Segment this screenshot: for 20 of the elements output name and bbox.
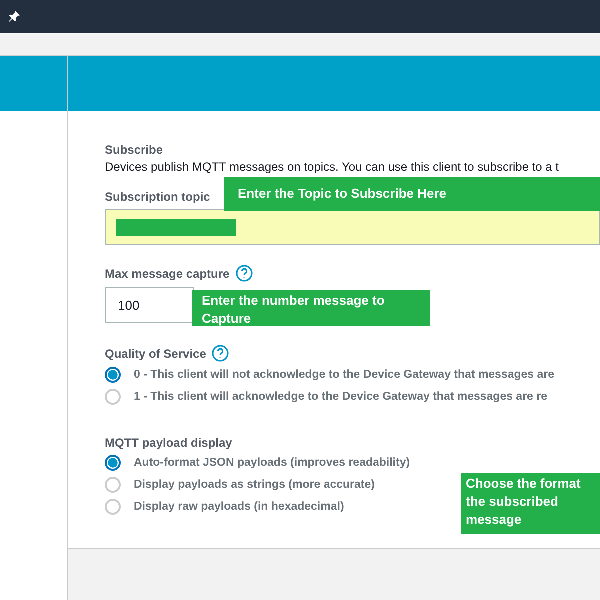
callout-note: Choose the format the subscribed message bbox=[461, 473, 600, 534]
radio-label: Auto-format JSON payloads (improves readability) bbox=[134, 457, 410, 469]
radio-button[interactable] bbox=[105, 367, 121, 383]
radio-label: Display raw payloads (in hexadecimal) bbox=[134, 501, 344, 513]
help-icon[interactable] bbox=[236, 265, 253, 282]
pin-icon[interactable] bbox=[8, 10, 21, 23]
help-icon[interactable] bbox=[212, 345, 230, 362]
radio-label: 1 - This client will acknowledge to the Device Gateway that messages are re bbox=[134, 391, 548, 403]
input-field[interactable] bbox=[105, 209, 600, 245]
section-description: Devices publish MQTT messages on topics. You can use this client to subscribe to a t bbox=[105, 160, 560, 174]
radio-label: 0 - This client will not acknowledge to the Device Gateway that messages are bbox=[134, 369, 555, 381]
field-label: Max message capture bbox=[105, 266, 230, 280]
callout-note: Enter the number message to Capture bbox=[192, 290, 430, 326]
field-label: MQTT payload display bbox=[105, 436, 232, 450]
section-title: Subscribe bbox=[105, 143, 164, 157]
radio-label: Display payloads as strings (more accurate) bbox=[134, 479, 375, 491]
radio-button[interactable] bbox=[105, 455, 121, 471]
callout-note: Enter the Topic to Subscribe Here bbox=[224, 177, 600, 211]
field-label: Quality of Service bbox=[105, 346, 206, 360]
field-label: Subscription topic bbox=[105, 190, 210, 204]
